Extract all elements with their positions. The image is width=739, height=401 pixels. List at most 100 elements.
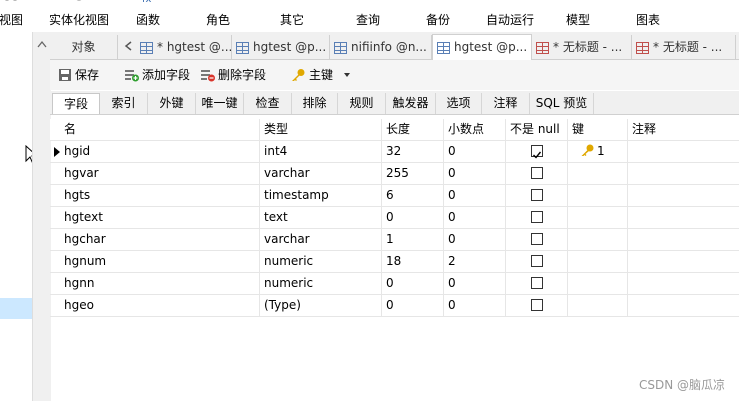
chevron-up-icon[interactable] — [37, 40, 47, 48]
add-field-button[interactable]: 添加字段 — [124, 66, 190, 84]
table-row[interactable]: hgtext text 0 0 — [50, 207, 739, 229]
field-length-cell[interactable]: 0 — [382, 295, 444, 316]
subtab-rules[interactable]: 规则 — [338, 93, 386, 114]
subtab-options[interactable]: 选项 — [436, 93, 482, 114]
subtab-fields[interactable]: 字段 — [52, 93, 100, 114]
field-key-cell[interactable] — [568, 295, 628, 316]
delete-field-button[interactable]: 删除字段 — [200, 66, 266, 84]
field-key-cell[interactable] — [568, 163, 628, 184]
column-header-comment[interactable]: 注释 — [628, 119, 739, 140]
subtab-foreign-keys[interactable]: 外键 — [148, 93, 196, 114]
not-null-checkbox[interactable] — [531, 167, 543, 179]
field-type-cell[interactable]: varchar — [260, 229, 382, 250]
document-tab[interactable]: * hgtest @... — [136, 35, 232, 59]
tab-objects[interactable]: 对象 — [50, 35, 118, 59]
table-row[interactable]: hgnn numeric 0 0 — [50, 273, 739, 295]
field-key-cell[interactable] — [568, 207, 628, 228]
not-null-checkbox[interactable] — [531, 211, 543, 223]
field-length-cell[interactable]: 32 — [382, 141, 444, 162]
field-scale-cell[interactable]: 0 — [444, 185, 506, 206]
toolbar-automation-button[interactable]: 自动运行 — [480, 0, 540, 32]
column-header-scale[interactable]: 小数点 — [444, 119, 506, 140]
field-key-cell[interactable] — [568, 251, 628, 272]
table-row[interactable]: hgid int4 32 0 1 — [50, 141, 739, 163]
table-row[interactable]: hgeo (Type) 0 0 — [50, 295, 739, 317]
table-row[interactable]: hgnum numeric 18 2 — [50, 251, 739, 273]
field-length-cell[interactable]: 0 — [382, 207, 444, 228]
document-tab[interactable]: * 无标题 - ... — [532, 35, 632, 59]
field-comment-cell[interactable] — [628, 163, 739, 184]
field-type-cell[interactable]: numeric — [260, 273, 382, 294]
field-comment-cell[interactable] — [628, 207, 739, 228]
field-length-cell[interactable]: 6 — [382, 185, 444, 206]
subtab-excludes[interactable]: 排除 — [292, 93, 338, 114]
not-null-checkbox[interactable] — [531, 233, 543, 245]
subtab-triggers[interactable]: 触发器 — [386, 93, 436, 114]
toolbar-backup-button[interactable]: 备份 — [418, 0, 458, 32]
field-key-cell[interactable] — [568, 229, 628, 250]
field-type-cell[interactable]: varchar — [260, 163, 382, 184]
toolbar-query-button[interactable]: 查询 — [348, 0, 388, 32]
field-name-cell[interactable]: hgnum — [60, 251, 260, 272]
toolbar-materialized-view-button[interactable]: 实体化视图 — [44, 0, 114, 32]
field-scale-cell[interactable]: 0 — [444, 295, 506, 316]
toolbar-chart-button[interactable]: 图表 — [628, 0, 668, 32]
field-name-cell[interactable]: hgchar — [60, 229, 260, 250]
toolbar-function-button[interactable]: fx 函数 — [128, 0, 168, 32]
field-name-cell[interactable]: hgvar — [60, 163, 260, 184]
field-type-cell[interactable]: numeric — [260, 251, 382, 272]
field-name-cell[interactable]: hgeo — [60, 295, 260, 316]
column-header-type[interactable]: 类型 — [260, 119, 382, 140]
not-null-checkbox[interactable] — [531, 299, 543, 311]
field-scale-cell[interactable]: 0 — [444, 141, 506, 162]
chevron-left-icon[interactable] — [124, 41, 132, 51]
column-header-not-null[interactable]: 不是 null — [506, 119, 568, 140]
document-tab[interactable]: hgtest @p... — [232, 35, 330, 59]
subtab-unique-keys[interactable]: 唯一键 — [196, 93, 244, 114]
subtab-indexes[interactable]: 索引 — [100, 93, 148, 114]
field-scale-cell[interactable]: 2 — [444, 251, 506, 272]
field-scale-cell[interactable]: 0 — [444, 163, 506, 184]
not-null-checkbox[interactable] — [531, 145, 543, 159]
pane-splitter[interactable] — [32, 32, 51, 401]
toolbar-view-button[interactable]: 视图 — [0, 0, 26, 32]
document-tab[interactable]: nifiinfo @n... — [330, 35, 432, 59]
not-null-checkbox[interactable] — [531, 277, 543, 289]
field-name-cell[interactable]: hgts — [60, 185, 260, 206]
column-header-key[interactable]: 键 — [568, 119, 628, 140]
field-comment-cell[interactable] — [628, 185, 739, 206]
field-length-cell[interactable]: 18 — [382, 251, 444, 272]
field-key-cell[interactable] — [568, 273, 628, 294]
field-name-cell[interactable]: hgid — [60, 141, 260, 162]
field-key-cell[interactable] — [568, 185, 628, 206]
document-tab[interactable]: * 无标题 - ... — [632, 35, 736, 59]
subtab-checks[interactable]: 检查 — [244, 93, 292, 114]
toolbar-other-button[interactable]: 其它 — [272, 0, 312, 32]
column-header-name[interactable]: 名 — [60, 119, 260, 140]
field-comment-cell[interactable] — [628, 273, 739, 294]
field-type-cell[interactable]: (Type) — [260, 295, 382, 316]
field-comment-cell[interactable] — [628, 141, 739, 162]
field-scale-cell[interactable]: 0 — [444, 229, 506, 250]
toolbar-model-button[interactable]: 模型 — [558, 0, 598, 32]
field-scale-cell[interactable]: 0 — [444, 207, 506, 228]
field-scale-cell[interactable]: 0 — [444, 273, 506, 294]
primary-key-button[interactable]: 主键 — [290, 66, 351, 84]
not-null-checkbox[interactable] — [531, 255, 543, 267]
column-header-length[interactable]: 长度 — [382, 119, 444, 140]
field-length-cell[interactable]: 0 — [382, 273, 444, 294]
field-type-cell[interactable]: int4 — [260, 141, 382, 162]
field-key-cell[interactable]: 1 — [568, 141, 628, 162]
table-row[interactable]: hgvar varchar 255 0 — [50, 163, 739, 185]
field-length-cell[interactable]: 1 — [382, 229, 444, 250]
save-button[interactable]: 保存 — [58, 66, 99, 84]
field-comment-cell[interactable] — [628, 295, 739, 316]
selected-tree-item[interactable] — [0, 298, 32, 319]
not-null-checkbox[interactable] — [531, 189, 543, 201]
field-type-cell[interactable]: text — [260, 207, 382, 228]
field-type-cell[interactable]: timestamp — [260, 185, 382, 206]
field-comment-cell[interactable] — [628, 251, 739, 272]
field-name-cell[interactable]: hgnn — [60, 273, 260, 294]
field-comment-cell[interactable] — [628, 229, 739, 250]
subtab-sql-preview[interactable]: SQL 预览 — [530, 93, 594, 114]
